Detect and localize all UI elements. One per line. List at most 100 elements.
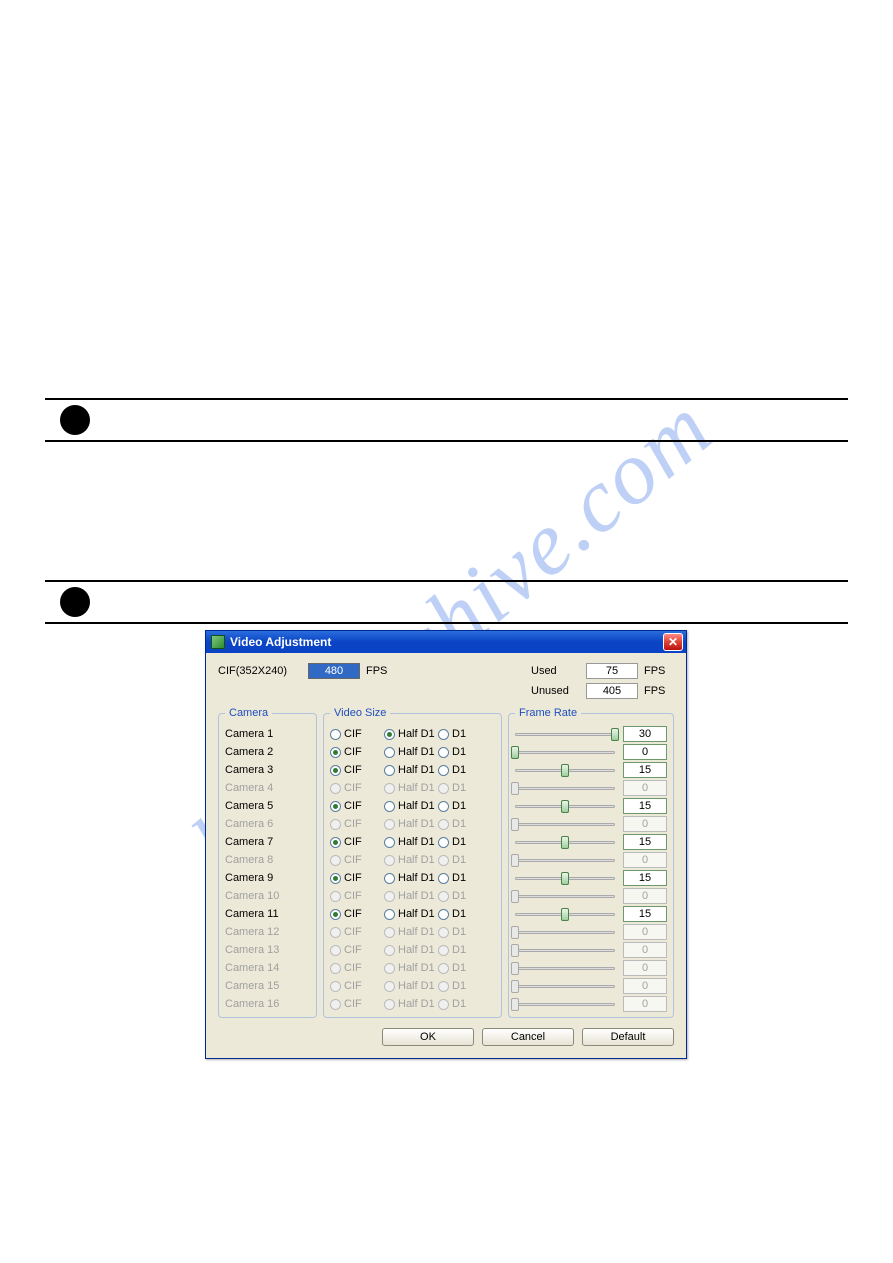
- size-radio-halfd1: Half D1: [384, 926, 436, 938]
- radio-icon: [384, 765, 395, 776]
- radio-icon: [438, 819, 449, 830]
- size-radio-halfd1: Half D1: [384, 854, 436, 866]
- size-radio-cif[interactable]: CIF: [330, 872, 382, 884]
- size-radio-halfd1: Half D1: [384, 962, 436, 974]
- slider-thumb-icon: [511, 818, 519, 831]
- fps-value: 0: [623, 888, 667, 904]
- radio-label: CIF: [344, 890, 362, 902]
- cancel-button[interactable]: Cancel: [482, 1028, 574, 1046]
- titlebar[interactable]: Video Adjustment ✕: [206, 631, 686, 653]
- camera-group: Camera Camera 1Camera 2Camera 3Camera 4C…: [218, 707, 317, 1018]
- frame-rate-row: 15: [515, 833, 667, 851]
- slider-thumb-icon: [611, 728, 619, 741]
- radio-icon: [438, 927, 449, 938]
- used-label: Used: [531, 665, 586, 677]
- frame-rate-row: 0: [515, 959, 667, 977]
- ok-button[interactable]: OK: [382, 1028, 474, 1046]
- video-size-group-legend: Video Size: [330, 707, 390, 719]
- size-radio-d1: D1: [438, 854, 490, 866]
- radio-icon: [438, 945, 449, 956]
- radio-icon: [330, 873, 341, 884]
- video-size-row: CIFHalf D1 D1: [330, 725, 495, 743]
- fps-unit: FPS: [644, 665, 674, 677]
- radio-icon: [438, 783, 449, 794]
- size-radio-halfd1[interactable]: Half D1: [384, 800, 436, 812]
- size-radio-halfd1[interactable]: Half D1: [384, 764, 436, 776]
- fps-slider: [515, 853, 615, 867]
- video-size-row: CIFHalf D1D1: [330, 869, 495, 887]
- size-radio-halfd1[interactable]: Half D1: [384, 872, 436, 884]
- slider-thumb-icon: [511, 890, 519, 903]
- size-radio-halfd1[interactable]: Half D1: [384, 908, 436, 920]
- size-radio-cif[interactable]: CIF: [330, 746, 382, 758]
- size-radio-halfd1[interactable]: Half D1: [384, 746, 436, 758]
- fps-slider[interactable]: [515, 745, 615, 759]
- video-size-row: CIFHalf D1D1: [330, 815, 495, 833]
- video-size-row: CIFHalf D1D1: [330, 941, 495, 959]
- size-radio-d1[interactable]: D1: [438, 746, 490, 758]
- radio-icon: [384, 873, 395, 884]
- radio-label: D1: [452, 908, 466, 920]
- video-size-row: CIFHalf D1D1: [330, 995, 495, 1013]
- size-radio-cif[interactable]: CIF: [330, 800, 382, 812]
- size-radio-d1[interactable]: D1: [438, 800, 490, 812]
- size-radio-d1[interactable]: D1: [438, 872, 490, 884]
- fps-slider[interactable]: [515, 907, 615, 921]
- video-size-row: CIFHalf D1D1: [330, 959, 495, 977]
- video-size-row: CIFHalf D1D1: [330, 923, 495, 941]
- dialog-body: CIF(352X240) 480 FPS Used 75 FPS Unused …: [206, 653, 686, 1058]
- video-size-row: CIFHalf D1D1: [330, 851, 495, 869]
- fps-value: 0: [623, 978, 667, 994]
- camera-label: Camera 12: [225, 923, 310, 941]
- radio-icon: [384, 729, 395, 740]
- size-radio-d1[interactable]: D1: [438, 836, 490, 848]
- fps-slider: [515, 997, 615, 1011]
- camera-label: Camera 1: [225, 725, 310, 743]
- radio-label: D1: [452, 944, 466, 956]
- size-radio-cif[interactable]: CIF: [330, 836, 382, 848]
- radio-icon: [438, 891, 449, 902]
- slider-track: [515, 967, 615, 970]
- video-size-row: CIFHalf D1D1: [330, 977, 495, 995]
- camera-label: Camera 7: [225, 833, 310, 851]
- camera-label: Camera 15: [225, 977, 310, 995]
- unused-value: 405: [586, 683, 638, 699]
- size-radio-d1[interactable]: D1: [438, 728, 490, 740]
- radio-label: D1: [452, 800, 466, 812]
- radio-icon: [330, 927, 341, 938]
- size-radio-d1: D1: [438, 926, 490, 938]
- fps-slider[interactable]: [515, 727, 615, 741]
- frame-rate-row: 0: [515, 743, 667, 761]
- fps-slider[interactable]: [515, 799, 615, 813]
- size-radio-halfd1[interactable]: Half D1: [384, 836, 436, 848]
- size-radio-cif[interactable]: CIF: [330, 908, 382, 920]
- radio-icon: [384, 819, 395, 830]
- fps-slider[interactable]: [515, 835, 615, 849]
- cif-fps-input[interactable]: 480: [308, 663, 360, 679]
- radio-icon: [330, 837, 341, 848]
- radio-icon: [330, 783, 341, 794]
- radio-icon: [438, 765, 449, 776]
- radio-icon: [384, 891, 395, 902]
- close-button[interactable]: ✕: [663, 633, 683, 651]
- radio-icon: [384, 801, 395, 812]
- default-button[interactable]: Default: [582, 1028, 674, 1046]
- radio-label: Half D1: [398, 890, 435, 902]
- radio-icon: [384, 981, 395, 992]
- size-radio-cif[interactable]: CIF: [330, 728, 382, 740]
- radio-label: D1: [452, 998, 466, 1010]
- size-radio-d1[interactable]: D1: [438, 764, 490, 776]
- size-radio-cif[interactable]: CIF: [330, 764, 382, 776]
- radio-icon: [438, 999, 449, 1010]
- radio-label: Half D1: [398, 764, 435, 776]
- size-radio-d1[interactable]: D1: [438, 908, 490, 920]
- radio-label: Half D1: [398, 854, 435, 866]
- radio-icon: [384, 783, 395, 794]
- size-radio-halfd1[interactable]: Half D1: [384, 728, 436, 740]
- fps-slider[interactable]: [515, 763, 615, 777]
- fps-slider[interactable]: [515, 871, 615, 885]
- radio-label: D1: [452, 728, 466, 740]
- used-value: 75: [586, 663, 638, 679]
- size-radio-d1: D1: [438, 962, 490, 974]
- radio-icon: [438, 963, 449, 974]
